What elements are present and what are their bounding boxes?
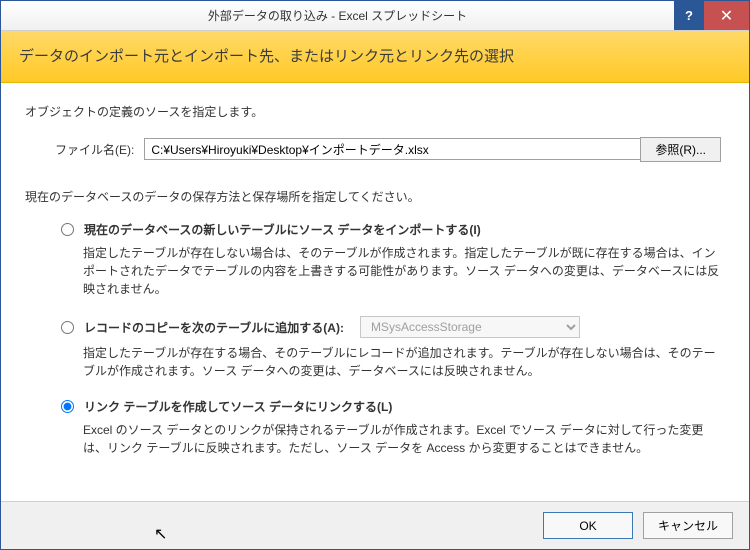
option-desc: 指定したテーブルが存在しない場合は、そのテーブルが作成されます。指定したテーブル… xyxy=(83,244,725,298)
option-desc: Excel のソース データとのリンクが保持されるテーブルが作成されます。Exc… xyxy=(83,421,725,457)
option-import-new: 現在のデータベースの新しいテーブルにソース データをインポートする(I) 指定し… xyxy=(61,221,725,298)
dialog-footer: OK キャンセル xyxy=(1,501,749,549)
option-title: レコードのコピーを次のテーブルに追加する(A): xyxy=(84,319,344,336)
option-title: リンク テーブルを作成してソース データにリンクする(L) xyxy=(84,398,392,415)
window-controls: ? ✕ xyxy=(674,1,749,30)
option-desc: 指定したテーブルが存在する場合、そのテーブルにレコードが追加されます。テーブルが… xyxy=(83,344,725,380)
option-link: リンク テーブルを作成してソース データにリンクする(L) Excel のソース… xyxy=(61,398,725,457)
file-path-input[interactable] xyxy=(144,138,665,160)
radio-link[interactable] xyxy=(61,400,74,413)
browse-button[interactable]: 参照(R)... xyxy=(640,137,721,162)
storage-instruction: 現在のデータベースのデータの保存方法と保存場所を指定してください。 xyxy=(25,188,725,205)
import-options: 現在のデータベースの新しいテーブルにソース データをインポートする(I) 指定し… xyxy=(61,221,725,457)
import-dialog: 外部データの取り込み - Excel スプレッドシート ? ✕ データのインポー… xyxy=(0,0,750,550)
option-title: 現在のデータベースの新しいテーブルにソース データをインポートする(I) xyxy=(84,221,481,238)
ok-button[interactable]: OK xyxy=(543,512,633,539)
window-title: 外部データの取り込み - Excel スプレッドシート xyxy=(1,7,674,24)
append-table-combo[interactable]: MSysAccessStorage xyxy=(360,316,580,338)
source-instruction: オブジェクトの定義のソースを指定します。 xyxy=(25,103,725,120)
close-button[interactable]: ✕ xyxy=(704,1,749,30)
close-icon: ✕ xyxy=(720,6,733,26)
option-append: レコードのコピーを次のテーブルに追加する(A): MSysAccessStora… xyxy=(61,316,725,380)
titlebar: 外部データの取り込み - Excel スプレッドシート ? ✕ xyxy=(1,1,749,31)
file-row: ファイル名(E): 参照(R)... xyxy=(55,138,725,160)
dialog-heading: データのインポート元とインポート先、またはリンク元とリンク先の選択 xyxy=(1,31,749,83)
dialog-content: オブジェクトの定義のソースを指定します。 ファイル名(E): 参照(R)... … xyxy=(1,83,749,501)
help-button[interactable]: ? xyxy=(674,1,704,30)
file-label: ファイル名(E): xyxy=(55,141,134,158)
cancel-button[interactable]: キャンセル xyxy=(643,512,733,539)
radio-import-new[interactable] xyxy=(61,223,74,236)
radio-append[interactable] xyxy=(61,321,74,334)
